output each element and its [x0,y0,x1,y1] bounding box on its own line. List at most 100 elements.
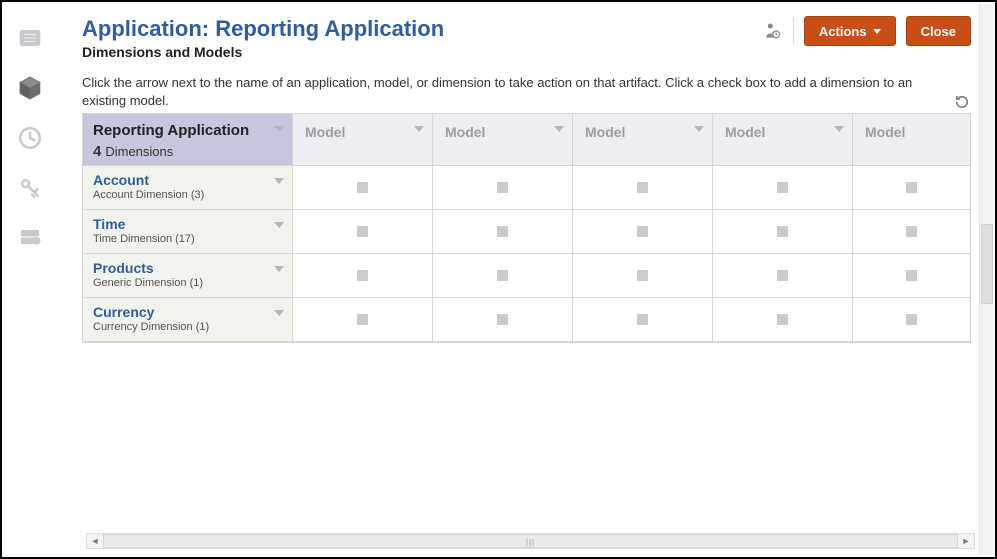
model-col-2: Model [433,114,573,166]
horizontal-scrollbar[interactable]: ◄ ||| ► [86,533,975,549]
checkbox-cell [573,210,713,254]
dimension-checkbox[interactable] [497,226,508,237]
checkbox-cell [573,254,713,298]
nav-server[interactable] [8,216,52,260]
dimension-sub: Account Dimension (3) [93,189,282,201]
checkbox-cell [433,298,573,342]
dimension-name[interactable]: Products [93,260,282,276]
dimension-checkbox[interactable] [777,270,788,281]
model-col-1: Model [293,114,433,166]
table-row: TimeTime Dimension (17) [83,210,970,254]
clock-icon [17,125,43,151]
chevron-down-icon [873,29,881,34]
app-menu-caret[interactable] [274,124,284,137]
dimension-name[interactable]: Currency [93,304,282,320]
dimension-checkbox[interactable] [637,182,648,193]
dimension-count: 4 Dimensions [93,143,282,160]
dimension-checkbox[interactable] [497,270,508,281]
dimension-checkbox[interactable] [906,182,917,193]
dimension-checkbox[interactable] [637,270,648,281]
model-label: Model [713,114,852,140]
page-subtitle: Dimensions and Models [82,44,761,60]
model-menu-caret[interactable] [694,124,704,137]
scroll-track[interactable]: ||| [103,534,958,548]
actions-label: Actions [819,24,867,39]
dimension-menu-caret[interactable] [274,262,284,277]
dimension-checkbox[interactable] [357,270,368,281]
checkbox-cell [293,254,433,298]
checkbox-cell [293,210,433,254]
main-panel: Application: Reporting Application Dimen… [62,2,995,557]
model-col-4: Model [713,114,853,166]
dimensions-grid: Reporting Application 4Dimensions Model … [82,113,971,343]
scroll-thumb[interactable]: ||| [103,534,958,548]
dimension-cell: AccountAccount Dimension (3) [83,166,293,210]
dimension-checkbox[interactable] [497,182,508,193]
dimension-checkbox[interactable] [497,314,508,325]
dimension-cell: CurrencyCurrency Dimension (1) [83,298,293,342]
dimension-checkbox[interactable] [357,314,368,325]
app-header-cell: Reporting Application 4 Dimensions [83,114,293,166]
dimension-sub: Generic Dimension (1) [93,277,282,289]
app-name: Reporting Application [93,122,282,139]
dimension-name[interactable]: Time [93,216,282,232]
model-menu-caret[interactable] [414,124,424,137]
table-row: ProductsGeneric Dimension (1) [83,254,970,298]
scroll-right-icon[interactable]: ► [958,534,974,548]
dim-count-label: Dimensions [105,144,173,159]
scroll-left-icon[interactable]: ◄ [87,534,103,548]
checkbox-cell [433,166,573,210]
checkbox-cell [713,298,853,342]
model-label: Model [853,114,970,140]
dimension-name[interactable]: Account [93,172,282,188]
checkbox-cell [853,298,970,342]
refresh-icon[interactable] [953,93,971,111]
key-icon [17,175,43,201]
model-menu-caret[interactable] [834,124,844,137]
model-menu-caret[interactable] [554,124,564,137]
checkbox-cell [573,166,713,210]
close-button[interactable]: Close [906,16,971,46]
checkbox-cell [713,166,853,210]
dimension-menu-caret[interactable] [274,174,284,189]
cube-icon [17,75,43,101]
actions-button[interactable]: Actions [804,16,896,46]
dimension-cell: TimeTime Dimension (17) [83,210,293,254]
dimension-checkbox[interactable] [777,226,788,237]
checkbox-cell [573,298,713,342]
instruction-text: Click the arrow next to the name of an a… [82,74,971,109]
model-col-5: Model [853,114,970,166]
server-icon [17,225,43,251]
nav-list[interactable] [8,16,52,60]
dimension-menu-caret[interactable] [274,306,284,321]
dim-count-num: 4 [93,143,101,160]
dimension-checkbox[interactable] [906,226,917,237]
checkbox-cell [713,254,853,298]
dimension-checkbox[interactable] [777,182,788,193]
page-title: Application: Reporting Application [82,16,761,42]
nav-clock[interactable] [8,116,52,160]
vertical-scrollbar[interactable] [979,4,993,555]
dimension-checkbox[interactable] [357,182,368,193]
nav-keys[interactable] [8,166,52,210]
dimension-sub: Currency Dimension (1) [93,321,282,333]
checkbox-cell [293,166,433,210]
divider [793,18,794,44]
dimension-checkbox[interactable] [357,226,368,237]
list-icon [17,25,43,51]
dimension-checkbox[interactable] [906,314,917,325]
grid-header-row: Reporting Application 4Dimensions Model … [83,114,970,166]
dimension-checkbox[interactable] [637,314,648,325]
accessibility-icon[interactable] [761,20,783,42]
checkbox-cell [853,254,970,298]
model-label: Model [433,114,572,140]
checkbox-cell [293,298,433,342]
dimension-menu-caret[interactable] [274,218,284,233]
nav-cube[interactable] [8,66,52,110]
dimension-checkbox[interactable] [777,314,788,325]
dimension-checkbox[interactable] [637,226,648,237]
instruction-span: Click the arrow next to the name of an a… [82,75,912,108]
vscroll-thumb[interactable] [981,224,993,304]
model-col-3: Model [573,114,713,166]
dimension-checkbox[interactable] [906,270,917,281]
